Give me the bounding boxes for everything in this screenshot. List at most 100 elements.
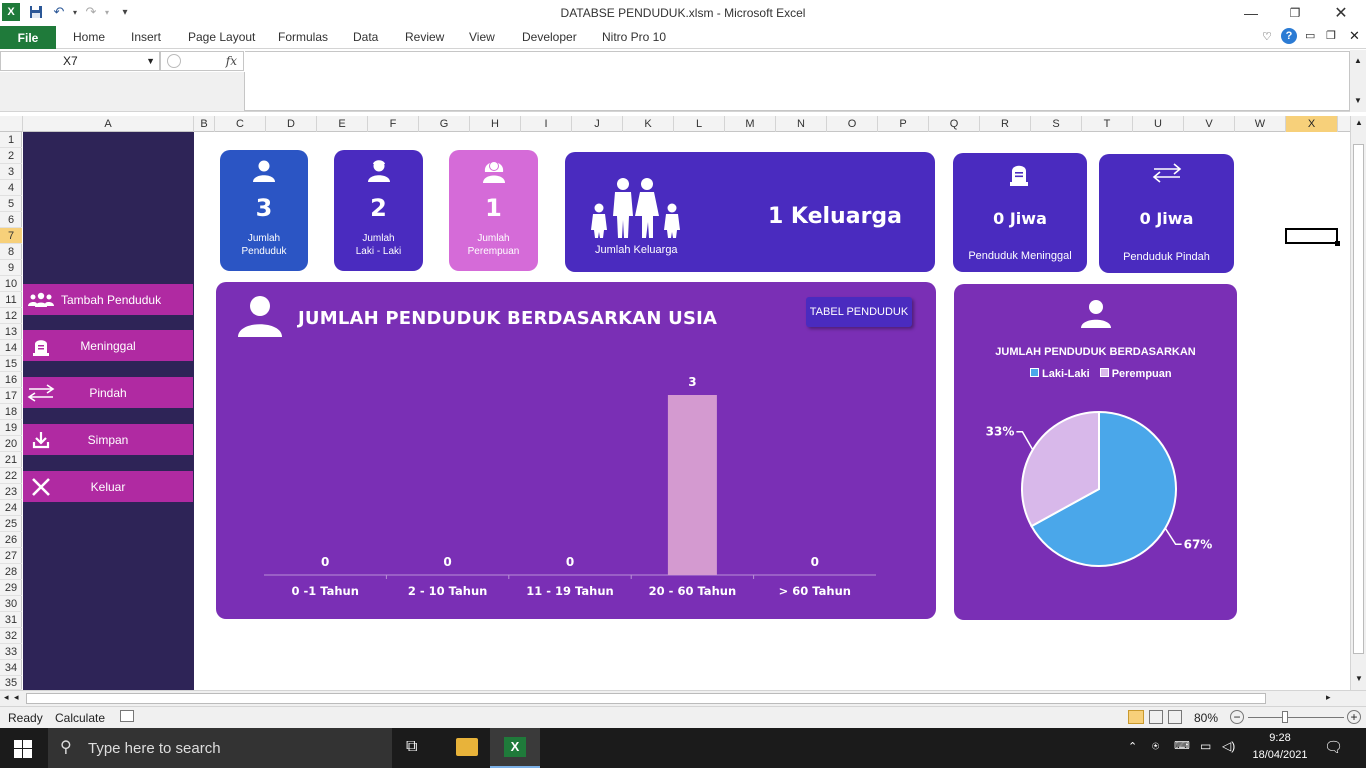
tray-volume-icon[interactable]: ◁) [1222, 739, 1235, 753]
column-header[interactable]: K [623, 116, 674, 132]
column-header[interactable]: T [1082, 116, 1133, 132]
row-header[interactable]: 17 [0, 388, 22, 404]
row-header[interactable]: 25 [0, 516, 22, 532]
sidebar-item-meninggal[interactable]: Meninggal [23, 330, 193, 361]
sidebar-item-tambah-penduduk[interactable]: Tambah Penduduk [23, 284, 193, 315]
row-header[interactable]: 12 [0, 308, 22, 324]
row-header[interactable]: 13 [0, 324, 22, 340]
column-header[interactable]: W [1235, 116, 1286, 132]
zoom-in-icon[interactable]: + [1347, 710, 1361, 724]
column-header[interactable]: J [572, 116, 623, 132]
sidebar-item-keluar[interactable]: Keluar [23, 471, 193, 502]
row-header[interactable]: 30 [0, 596, 22, 612]
formula-bar-scroll[interactable]: ▲ ▼ [1350, 50, 1366, 112]
tab-review[interactable]: Review [405, 30, 444, 44]
row-header[interactable]: 32 [0, 628, 22, 644]
horizontal-scroll-thumb[interactable] [26, 693, 1266, 704]
scroll-left-icon[interactable]: ◂ [14, 692, 19, 703]
tray-keyboard-icon[interactable]: ⌨ [1174, 739, 1190, 752]
tab-home[interactable]: Home [73, 30, 105, 44]
sidebar-item-simpan[interactable]: Simpan [23, 424, 193, 455]
row-header[interactable]: 34 [0, 660, 22, 676]
selected-cell[interactable] [1285, 228, 1340, 246]
column-header[interactable]: F [368, 116, 419, 132]
row-header[interactable]: 4 [0, 180, 22, 196]
macro-record-icon[interactable] [120, 710, 134, 722]
column-header[interactable]: H [470, 116, 521, 132]
row-header[interactable]: 3 [0, 164, 22, 180]
windows-start-icon[interactable] [14, 740, 32, 761]
ribbon-minimize-icon[interactable]: ♡ [1262, 30, 1272, 43]
tab-page-layout[interactable]: Page Layout [188, 30, 255, 44]
zoom-slider-thumb[interactable] [1282, 711, 1288, 723]
sheet-nav-icon[interactable]: ◂ [4, 692, 9, 703]
file-tab[interactable]: File [0, 26, 56, 49]
row-header[interactable]: 21 [0, 452, 22, 468]
vertical-scrollbar[interactable]: ▲ ▼ [1350, 116, 1366, 690]
tray-expand-icon[interactable]: ⌃ [1128, 740, 1137, 753]
status-calculate[interactable]: Calculate [55, 711, 105, 725]
tab-developer[interactable]: Developer [522, 30, 577, 44]
column-header[interactable]: V [1184, 116, 1235, 132]
row-header[interactable]: 8 [0, 244, 22, 260]
excel-taskbar-button[interactable]: X [490, 728, 540, 768]
page-layout-view-icon[interactable] [1149, 710, 1163, 724]
column-header[interactable]: U [1133, 116, 1184, 132]
zoom-level[interactable]: 80% [1194, 711, 1218, 725]
row-header[interactable]: 5 [0, 196, 22, 212]
workbook-minimize-icon[interactable]: ▭ [1305, 29, 1315, 42]
row-header[interactable]: 14 [0, 340, 22, 356]
column-header[interactable]: R [980, 116, 1031, 132]
fill-handle[interactable] [1335, 241, 1340, 246]
tray-people-icon[interactable]: ⍟ [1152, 739, 1159, 754]
tray-network-icon[interactable]: ▭ [1200, 739, 1211, 753]
row-header[interactable]: 15 [0, 356, 22, 372]
vertical-scroll-thumb[interactable] [1353, 144, 1364, 654]
tab-data[interactable]: Data [353, 30, 378, 44]
row-header[interactable]: 33 [0, 644, 22, 660]
tab-formulas[interactable]: Formulas [278, 30, 328, 44]
row-header[interactable]: 2 [0, 148, 22, 164]
column-header[interactable]: A [23, 116, 194, 132]
row-header[interactable]: 29 [0, 580, 22, 596]
row-header-selected[interactable]: 7 [0, 228, 22, 244]
taskbar-date[interactable]: 18/04/2021 [1246, 749, 1314, 761]
formula-scroll-up-icon[interactable]: ▲ [1354, 56, 1362, 65]
normal-view-icon[interactable] [1128, 710, 1144, 724]
column-header[interactable]: G [419, 116, 470, 132]
row-header[interactable]: 35 [0, 676, 22, 690]
column-header[interactable]: S [1031, 116, 1082, 132]
help-icon[interactable]: ? [1281, 28, 1297, 44]
scroll-up-icon[interactable]: ▲ [1355, 118, 1363, 127]
formula-scroll-down-icon[interactable]: ▼ [1354, 96, 1362, 105]
column-header[interactable]: M [725, 116, 776, 132]
scroll-down-icon[interactable]: ▼ [1355, 674, 1363, 683]
column-header[interactable]: E [317, 116, 368, 132]
row-header[interactable]: 28 [0, 564, 22, 580]
notification-icon[interactable]: 🗨 [1324, 738, 1343, 756]
taskbar-time[interactable]: 9:28 [1250, 732, 1310, 744]
page-break-view-icon[interactable] [1168, 710, 1182, 724]
row-header[interactable]: 27 [0, 548, 22, 564]
column-header[interactable]: B [194, 116, 215, 132]
workbook-close-icon[interactable]: ✕ [1349, 28, 1360, 44]
row-header[interactable]: 19 [0, 420, 22, 436]
zoom-slider[interactable] [1248, 717, 1344, 718]
column-header[interactable]: D [266, 116, 317, 132]
column-header[interactable]: L [674, 116, 725, 132]
row-header[interactable]: 18 [0, 404, 22, 420]
minimize-icon[interactable]: — [1228, 0, 1274, 26]
sidebar-item-pindah[interactable]: Pindah [23, 377, 193, 408]
column-header-selected[interactable]: X [1286, 116, 1338, 132]
row-header[interactable]: 6 [0, 212, 22, 228]
column-header[interactable]: Q [929, 116, 980, 132]
row-header[interactable]: 24 [0, 500, 22, 516]
zoom-out-icon[interactable]: − [1230, 710, 1244, 724]
column-header[interactable]: I [521, 116, 572, 132]
row-header[interactable]: 22 [0, 468, 22, 484]
insert-function-icon[interactable]: fx [226, 54, 237, 68]
name-box-dropdown-icon[interactable]: ▼ [146, 52, 155, 70]
tab-view[interactable]: View [469, 30, 495, 44]
column-header[interactable]: O [827, 116, 878, 132]
row-header[interactable]: 23 [0, 484, 22, 500]
